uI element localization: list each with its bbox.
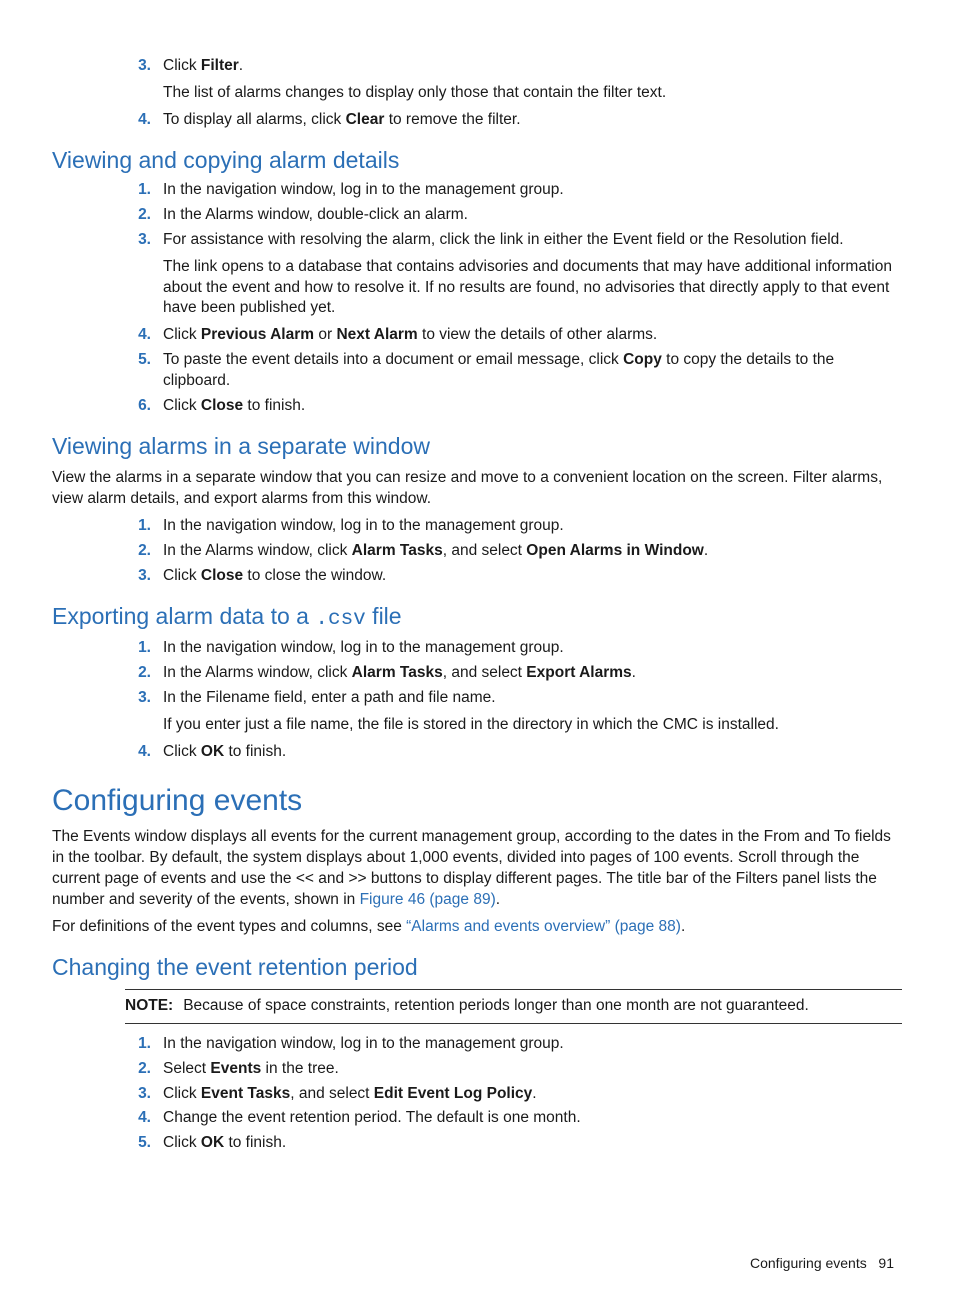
step-item: 6. Click Close to finish.: [125, 396, 902, 417]
heading-retention-period: Changing the event retention period: [52, 952, 902, 983]
step-number: 2.: [125, 205, 151, 226]
view-copy-steps: 1. In the navigation window, log in to th…: [52, 180, 902, 417]
step-item: 5. To paste the event details into a docu…: [125, 350, 902, 392]
export-title-mono: .csv: [315, 608, 365, 631]
step-number: 4.: [125, 325, 151, 346]
step-sub: The list of alarms changes to display on…: [163, 83, 902, 104]
step-text: In the Alarms window, click Alarm Tasks,…: [163, 664, 636, 681]
step-item: 3. For assistance with resolving the alar…: [125, 230, 902, 320]
step-number: 2.: [125, 541, 151, 562]
note-retention: NOTE: Because of space constraints, reten…: [125, 989, 902, 1024]
note-label: NOTE:: [125, 997, 173, 1014]
step-number: 4.: [125, 1108, 151, 1129]
step-number: 2.: [125, 1059, 151, 1080]
retention-steps: 1. In the navigation window, log in to th…: [52, 1034, 902, 1155]
step-text: In the Alarms window, click Alarm Tasks,…: [163, 542, 708, 559]
step-number: 3.: [125, 566, 151, 587]
step-text: Click Filter.: [163, 57, 243, 74]
step-number: 1.: [125, 638, 151, 659]
step-number: 3.: [125, 230, 151, 251]
step-item: 4. To display all alarms, click Clear to …: [125, 110, 902, 131]
heading-configuring-events: Configuring events: [52, 781, 902, 822]
cfg-p1-post: .: [496, 891, 500, 908]
note-text: Because of space constraints, retention …: [183, 997, 809, 1014]
cfg-p2-pre: For definitions of the event types and c…: [52, 918, 406, 935]
step-item: 2. Select Events in the tree.: [125, 1059, 902, 1080]
step-sub: The link opens to a database that contai…: [163, 257, 902, 320]
step-item: 3. In the Filename field, enter a path an…: [125, 688, 902, 736]
step-item: 2. In the Alarms window, click Alarm Task…: [125, 663, 902, 684]
step-item: 1. In the navigation window, log in to th…: [125, 516, 902, 537]
step-text: Click Close to close the window.: [163, 567, 386, 584]
step-text: Click Close to finish.: [163, 397, 305, 414]
step-text: Click Previous Alarm or Next Alarm to vi…: [163, 326, 657, 343]
heading-export-csv: Exporting alarm data to a .csv file: [52, 601, 902, 634]
step-text: For assistance with resolving the alarm,…: [163, 231, 844, 248]
step-text: In the Filename field, enter a path and …: [163, 689, 496, 706]
step-item: 1. In the navigation window, log in to th…: [125, 1034, 902, 1055]
step-item: 3. Click Event Tasks, and select Edit Eve…: [125, 1084, 902, 1105]
filter-steps-continued: 3. Click Filter. The list of alarms change…: [52, 56, 902, 131]
export-title-pre: Exporting alarm data to a: [52, 603, 315, 629]
view-separate-intro: View the alarms in a separate window tha…: [52, 468, 902, 510]
step-number: 6.: [125, 396, 151, 417]
step-item: 4. Click Previous Alarm or Next Alarm to …: [125, 325, 902, 346]
export-steps: 1. In the navigation window, log in to th…: [52, 638, 902, 763]
step-item: 4. Click OK to finish.: [125, 742, 902, 763]
step-item: 2. In the Alarms window, double-click an …: [125, 205, 902, 226]
step-text: Click OK to finish.: [163, 1134, 286, 1151]
heading-view-copy-alarm: Viewing and copying alarm details: [52, 145, 902, 176]
step-text: To display all alarms, click Clear to re…: [163, 111, 521, 128]
step-text: To paste the event details into a docume…: [163, 351, 834, 389]
step-text: In the navigation window, log in to the …: [163, 517, 564, 534]
step-number: 3.: [125, 56, 151, 77]
footer-text: Configuring events: [750, 1255, 867, 1271]
page-footer: Configuring events 91: [52, 1254, 902, 1273]
step-text: In the Alarms window, double-click an al…: [163, 206, 468, 223]
cfg-p2-post: .: [681, 918, 685, 935]
view-separate-steps: 1. In the navigation window, log in to th…: [52, 516, 902, 587]
step-item: 4. Change the event retention period. The…: [125, 1108, 902, 1129]
step-text: In the navigation window, log in to the …: [163, 1035, 564, 1052]
footer-page: 91: [878, 1255, 894, 1271]
step-number: 1.: [125, 180, 151, 201]
step-number: 1.: [125, 1034, 151, 1055]
step-item: 1. In the navigation window, log in to th…: [125, 638, 902, 659]
heading-view-separate: Viewing alarms in a separate window: [52, 431, 902, 462]
step-number: 5.: [125, 1133, 151, 1154]
step-number: 1.: [125, 516, 151, 537]
step-item: 3. Click Close to close the window.: [125, 566, 902, 587]
alarms-events-overview-link[interactable]: “Alarms and events overview” (page 88): [406, 918, 681, 935]
step-number: 3.: [125, 1084, 151, 1105]
step-item: 1. In the navigation window, log in to th…: [125, 180, 902, 201]
step-item: 2. In the Alarms window, click Alarm Task…: [125, 541, 902, 562]
step-text: In the navigation window, log in to the …: [163, 639, 564, 656]
step-number: 2.: [125, 663, 151, 684]
step-number: 3.: [125, 688, 151, 709]
configuring-events-p2: For definitions of the event types and c…: [52, 917, 902, 938]
configuring-events-p1: The Events window displays all events fo…: [52, 827, 902, 911]
figure-46-link[interactable]: Figure 46 (page 89): [360, 891, 496, 908]
step-item: 5. Click OK to finish.: [125, 1133, 902, 1154]
step-sub: If you enter just a file name, the file …: [163, 715, 902, 736]
step-text: Click Event Tasks, and select Edit Event…: [163, 1085, 537, 1102]
step-text: Change the event retention period. The d…: [163, 1109, 581, 1126]
step-text: Select Events in the tree.: [163, 1060, 339, 1077]
step-text: In the navigation window, log in to the …: [163, 181, 564, 198]
step-item: 3. Click Filter. The list of alarms change…: [125, 56, 902, 104]
export-title-post: file: [366, 603, 402, 629]
step-number: 5.: [125, 350, 151, 371]
step-text: Click OK to finish.: [163, 743, 286, 760]
step-number: 4.: [125, 110, 151, 131]
step-number: 4.: [125, 742, 151, 763]
